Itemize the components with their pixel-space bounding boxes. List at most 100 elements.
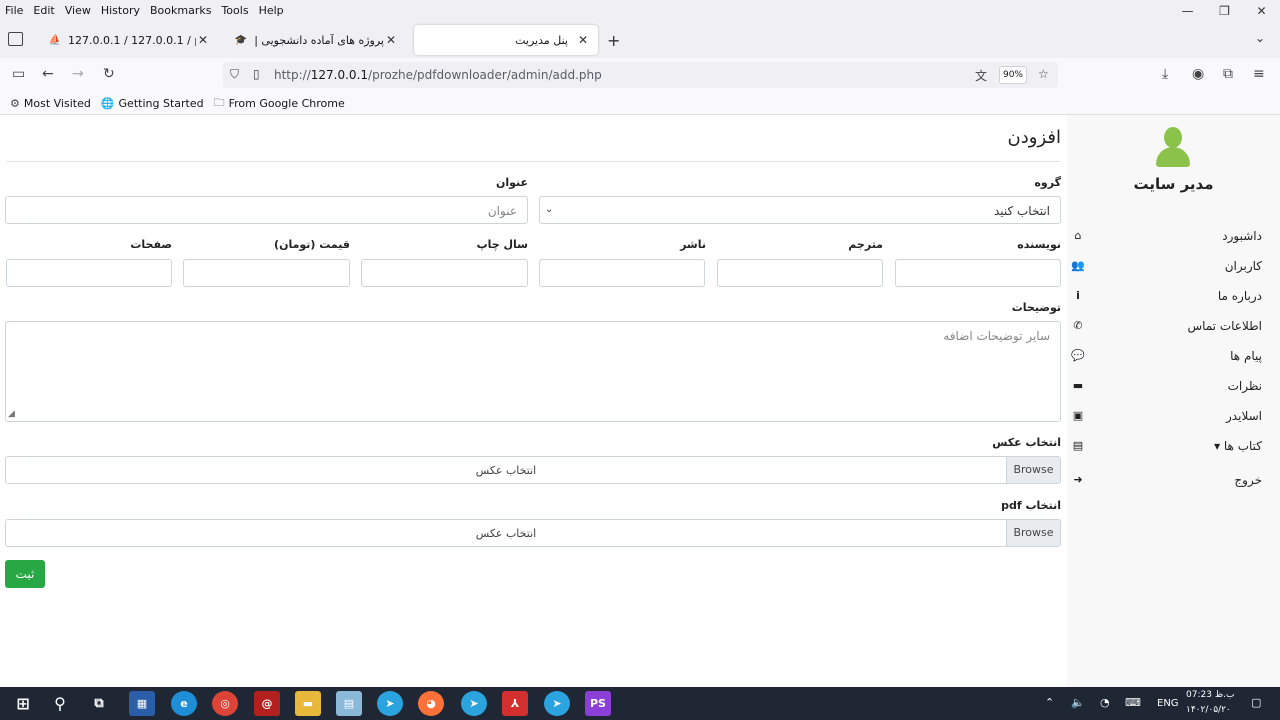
menubar: File Edit View History Bookmarks Tools H… [0, 0, 1280, 20]
tab-projects[interactable]: 🎓 پروژه های آماده دانشجویی | دانل ✕ [226, 25, 406, 55]
minimize-icon[interactable]: — [1169, 0, 1206, 22]
pdf-file-text: انتخاب عکس [475, 527, 537, 540]
price-input[interactable] [183, 259, 350, 287]
acrobat-icon[interactable]: ⅄ [502, 691, 528, 716]
menu-bookmarks[interactable]: Bookmarks [145, 4, 216, 17]
store-icon[interactable]: ▦ [129, 691, 155, 716]
bookmark-from-google-chrome[interactable]: 🗀 From Google Chrome [214, 94, 345, 113]
bookmark-most-visited[interactable]: ⚙ Most Visited [10, 97, 91, 110]
window-controls: — ❐ ✕ [1169, 0, 1280, 22]
edge-icon[interactable]: e [171, 691, 197, 716]
image-browse-button[interactable]: Browse [1006, 457, 1060, 483]
pdf-file-input[interactable]: انتخاب عکس Browse [5, 519, 1061, 547]
app-red-icon[interactable]: @ [254, 691, 280, 716]
shield-icon[interactable]: ⛉ [230, 67, 239, 82]
sidebar-item-label: پیام ها [1230, 349, 1262, 363]
tab-title: پنل مدیریت [515, 33, 568, 47]
task-view-icon[interactable]: ⧉ [86, 691, 112, 716]
group-select[interactable]: انتخاب کنید ⌄ [539, 196, 1061, 224]
avatar [1156, 127, 1190, 167]
publisher-label: ناشر [680, 238, 706, 251]
navigation-bar: ▭ ← → ↻ ⛉ ▯ http://127.0.0.1/prozhe/pdfd… [0, 58, 1280, 92]
tab-admin-panel[interactable]: پنل مدیریت ✕ [414, 25, 598, 55]
menu-help[interactable]: Help [254, 4, 289, 17]
sidebar-item-books[interactable]: ▤ کتاب ها ▾ [1067, 431, 1280, 461]
forward-icon[interactable]: → [72, 66, 84, 82]
globe-icon: 🌐 [100, 96, 115, 110]
tab-strip: ⛵ 127.0.0.1 / 127.0.0.1 / pdfdownl ✕ 🎓 پ… [0, 20, 1280, 58]
title-input[interactable]: عنوان [5, 196, 528, 224]
clock-date[interactable]: ۱۴۰۲/۰۵/۲۰ [1186, 705, 1231, 720]
menu-view[interactable]: View [60, 4, 96, 17]
reload-icon[interactable]: ↻ [103, 66, 115, 82]
menu-tools[interactable]: Tools [216, 4, 253, 17]
telegram-icon[interactable]: ➤ [377, 691, 403, 716]
publisher-input[interactable] [539, 259, 705, 287]
new-tab-icon[interactable]: + [607, 31, 620, 50]
tab-phpmyadmin[interactable]: ⛵ 127.0.0.1 / 127.0.0.1 / pdfdownl ✕ [40, 25, 218, 55]
zoom-level[interactable]: 90% [999, 66, 1027, 84]
translator-input[interactable] [717, 259, 883, 287]
account-icon[interactable]: ◉ [1192, 66, 1204, 82]
page-icon[interactable]: ▯ [253, 67, 260, 81]
close-tab-icon[interactable]: ✕ [576, 33, 590, 47]
bookmark-getting-started[interactable]: 🌐 Getting Started [101, 97, 204, 110]
sidebar-item-about[interactable]: i درباره ما [1067, 281, 1280, 311]
admin-sidebar: مدیر سایت ⌂ داشبورد 👥 کاربران i درباره م… [1067, 115, 1280, 687]
pdf-browse-button[interactable]: Browse [1006, 520, 1060, 546]
back-icon[interactable]: ← [42, 66, 54, 82]
translate-icon[interactable]: 文 [975, 67, 987, 84]
main-content: افزودن گروه انتخاب کنید ⌄ عنوان عنوان نو… [0, 115, 1067, 687]
chrome-icon[interactable]: ◎ [212, 691, 238, 716]
notepad-icon[interactable]: ▤ [336, 691, 362, 716]
author-label: نویسنده [1017, 238, 1061, 251]
language-indicator[interactable]: ENG [1157, 698, 1179, 720]
sidebar-item-comments[interactable]: ▬ نظرات [1067, 371, 1280, 401]
year-input[interactable] [361, 259, 528, 287]
resize-handle-icon[interactable]: ◢ [8, 409, 15, 419]
close-tab-icon[interactable]: ✕ [384, 33, 398, 47]
folder-icon: 🗀 [213, 95, 225, 109]
notification-icon[interactable]: ▢ [1251, 696, 1261, 720]
telegram-icon[interactable]: ➤ [461, 691, 487, 716]
maximize-icon[interactable]: ❐ [1206, 0, 1243, 22]
sidebar-toggle-icon[interactable]: ▭ [12, 66, 25, 82]
chevron-down-icon[interactable]: ⌄ [1255, 31, 1265, 45]
sidebar-item-slider[interactable]: ▣ اسلایدر [1067, 401, 1280, 431]
sidebar-item-users[interactable]: 👥 کاربران [1067, 251, 1280, 281]
description-textarea[interactable]: سایر توضیحات اضافه ◢ [5, 321, 1061, 422]
sidebar-item-logout[interactable]: ➜ خروج [1067, 465, 1280, 495]
author-input[interactable] [895, 259, 1061, 287]
hamburger-menu-icon[interactable]: ≡ [1253, 66, 1265, 82]
close-window-icon[interactable]: ✕ [1243, 0, 1280, 22]
bookmark-star-icon[interactable]: ☆ [1038, 67, 1049, 81]
info-icon: i [1076, 289, 1080, 302]
address-bar[interactable]: ⛉ ▯ http://127.0.0.1/prozhe/pdfdownloade… [223, 62, 1058, 88]
wifi-icon[interactable]: ◔ [1100, 696, 1110, 720]
download-icon[interactable]: ⤓ [1162, 66, 1168, 82]
chevron-up-icon[interactable]: ⌃ [1045, 696, 1054, 720]
menu-edit[interactable]: Edit [28, 4, 59, 17]
windows-start-icon[interactable]: ⊞ [10, 691, 36, 716]
keyboard-icon[interactable]: ⌨ [1125, 696, 1141, 720]
volume-icon[interactable]: 🔈 [1071, 696, 1085, 720]
description-label: توضیحات [1011, 301, 1061, 314]
menu-history[interactable]: History [96, 4, 145, 17]
search-icon[interactable]: ⚲ [47, 691, 73, 716]
telegram-icon[interactable]: ➤ [544, 691, 570, 716]
phpstorm-icon[interactable]: PS [585, 691, 611, 716]
firefox-icon[interactable]: ◕ [418, 691, 444, 716]
url-text[interactable]: http://127.0.0.1/prozhe/pdfdownloader/ad… [274, 68, 602, 82]
image-file-input[interactable]: انتخاب عکس Browse [5, 456, 1061, 484]
submit-button[interactable]: ثبت [5, 560, 45, 588]
extensions-icon[interactable]: ⧉ [1223, 66, 1233, 82]
bookmarks-bar: ⚙ Most Visited 🌐 Getting Started 🗀 From Goo… [0, 92, 1280, 115]
file-explorer-icon[interactable]: ▬ [295, 691, 321, 716]
sidebar-item-messages[interactable]: 💬 پیام ها [1067, 341, 1280, 371]
close-tab-icon[interactable]: ✕ [196, 33, 210, 47]
tab-overview-icon[interactable] [8, 32, 23, 46]
pages-input[interactable] [6, 259, 172, 287]
menu-file[interactable]: File [0, 4, 28, 17]
sidebar-item-contact[interactable]: ✆ اطلاعات تماس [1067, 311, 1280, 341]
sidebar-item-dashboard[interactable]: ⌂ داشبورد [1067, 221, 1280, 251]
